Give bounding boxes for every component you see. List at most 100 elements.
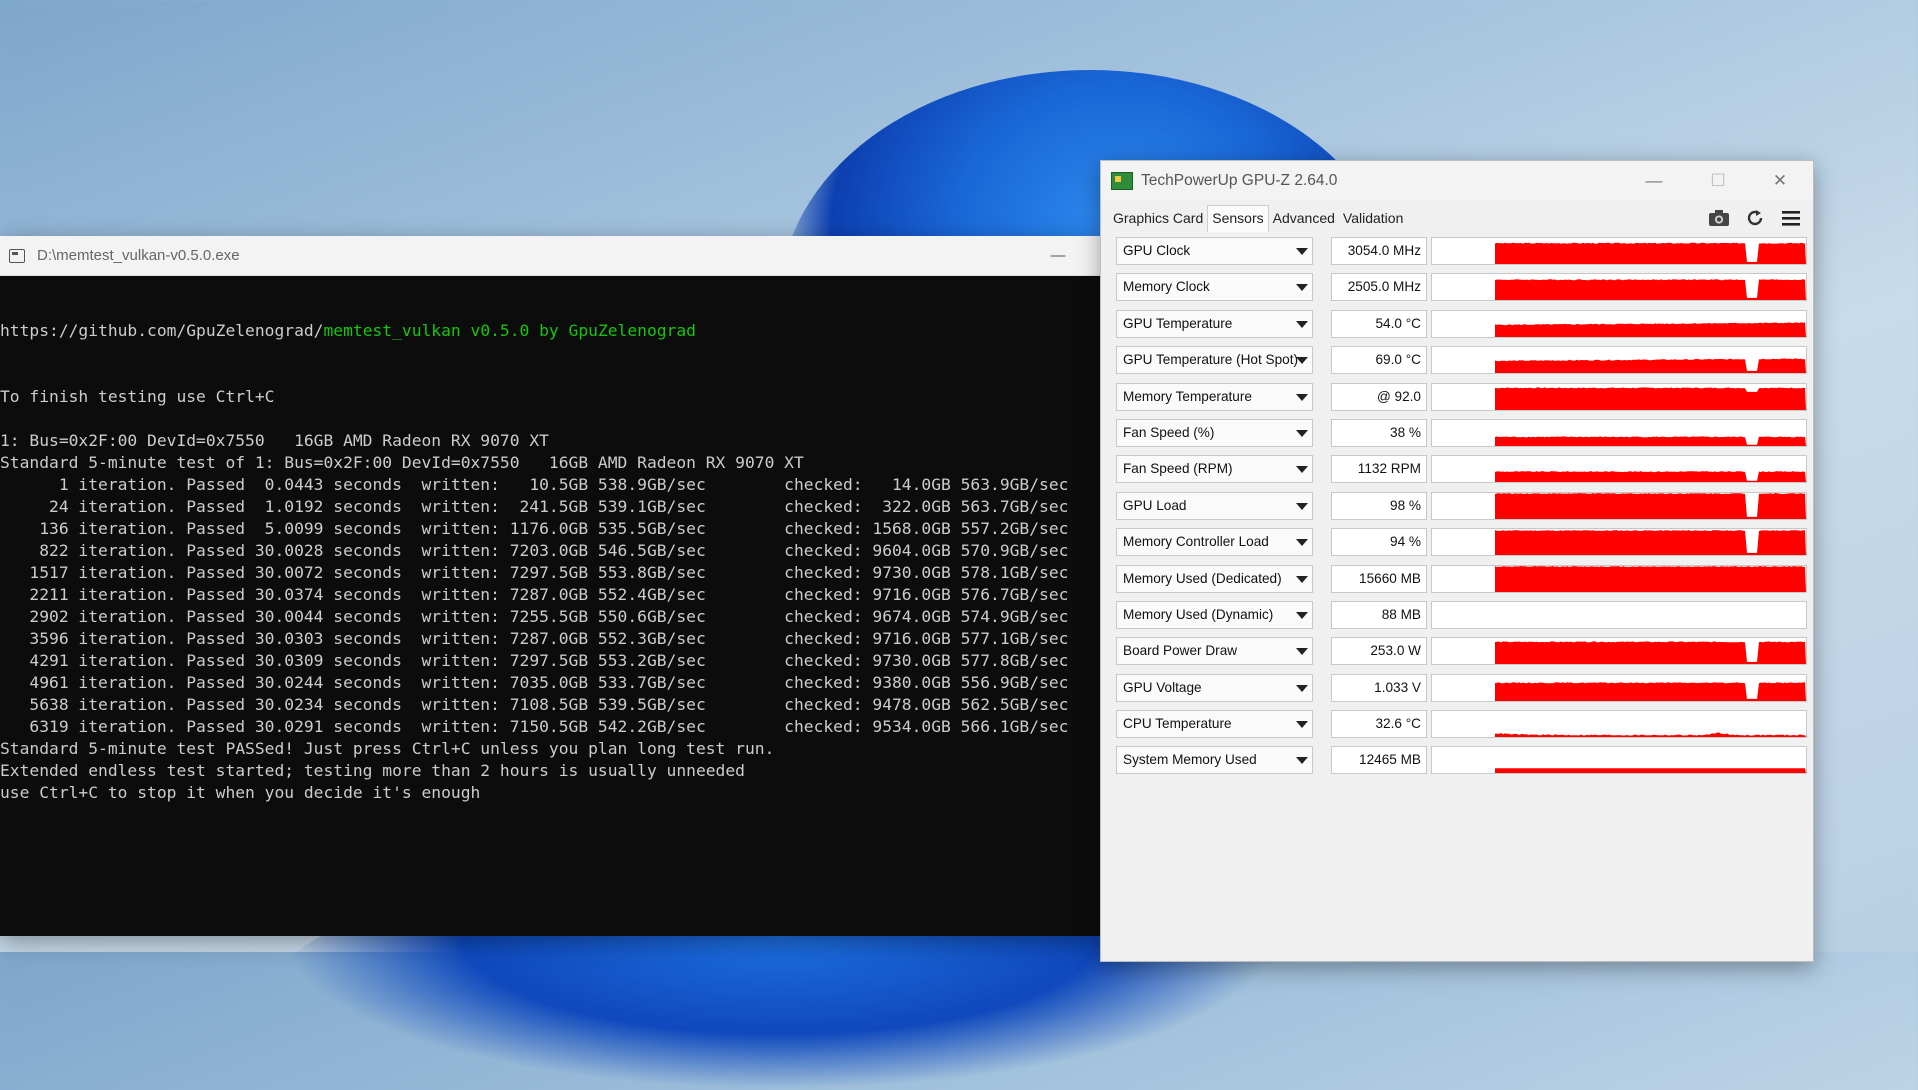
sensor-row: System Memory Used 12465 MB: [1109, 744, 1807, 777]
refresh-icon[interactable]: [1743, 206, 1767, 230]
sensor-select[interactable]: GPU Load: [1116, 491, 1313, 520]
console-window[interactable]: D:\memtest_vulkan-v0.5.0.exe — https://g…: [0, 236, 1100, 936]
tab-validation[interactable]: Validation: [1339, 206, 1407, 232]
sensor-select[interactable]: CPU Temperature: [1116, 710, 1313, 739]
close-button[interactable]: ✕: [1749, 161, 1811, 200]
repo-url-text: https://github.com/GpuZelenograd/: [0, 321, 324, 340]
sensor-select[interactable]: GPU Temperature: [1116, 309, 1313, 338]
dropdown-arrow-icon[interactable]: [1296, 393, 1308, 401]
sensor-graph-svg: [1495, 322, 1806, 337]
sensor-label: Memory Used (Dynamic): [1123, 606, 1274, 622]
sensor-select[interactable]: Board Power Draw: [1116, 637, 1313, 666]
minimize-button[interactable]: —: [1623, 161, 1685, 200]
sensor-select[interactable]: GPU Clock: [1116, 237, 1313, 265]
console-line: 136 iteration. Passed 5.0099 seconds wri…: [0, 519, 1069, 538]
sensor-label: Memory Clock: [1123, 279, 1210, 295]
console-line: 2902 iteration. Passed 30.0044 seconds w…: [0, 607, 1069, 626]
sensor-label: CPU Temperature: [1123, 716, 1232, 732]
sensor-select[interactable]: Fan Speed (RPM): [1116, 455, 1313, 484]
sensor-graph-svg: [1495, 242, 1806, 264]
tab-advanced[interactable]: Advanced: [1269, 206, 1339, 232]
sensor-select[interactable]: Fan Speed (%): [1116, 418, 1313, 447]
sensor-select[interactable]: GPU Voltage: [1116, 673, 1313, 702]
console-output: https://github.com/GpuZelenograd/memtest…: [0, 276, 1100, 936]
dropdown-arrow-icon[interactable]: [1296, 684, 1308, 692]
sensor-graph-area: [1495, 279, 1806, 301]
dropdown-arrow-icon[interactable]: [1296, 502, 1308, 510]
dropdown-arrow-icon[interactable]: [1296, 648, 1308, 656]
sensor-value: 2505.0 MHz: [1331, 273, 1427, 302]
gpuz-window[interactable]: TechPowerUp GPU-Z 2.64.0 — ☐ ✕ Graphics …: [1100, 160, 1814, 962]
console-line: 4291 iteration. Passed 30.0309 seconds w…: [0, 651, 1069, 670]
sensor-value: 88 MB: [1331, 600, 1427, 629]
dropdown-arrow-icon[interactable]: [1296, 539, 1308, 547]
sensor-row: CPU Temperature 32.6 °C: [1109, 708, 1807, 741]
dropdown-arrow-icon[interactable]: [1296, 611, 1308, 619]
console-line: 1: Bus=0x2F:00 DevId=0x7550 16GB AMD Rad…: [0, 431, 549, 450]
sensor-graph: [1431, 564, 1807, 593]
sensor-label: Fan Speed (%): [1123, 424, 1215, 440]
dropdown-arrow-icon[interactable]: [1296, 721, 1308, 729]
sensor-label: GPU Temperature: [1123, 315, 1233, 331]
sensor-label: GPU Clock: [1123, 243, 1191, 258]
sensor-select[interactable]: GPU Temperature (Hot Spot): [1116, 346, 1313, 375]
console-line: Extended endless test started; testing m…: [0, 761, 745, 780]
sensor-select[interactable]: Memory Used (Dynamic): [1116, 600, 1313, 629]
dropdown-arrow-icon[interactable]: [1296, 357, 1308, 365]
dropdown-arrow-icon[interactable]: [1296, 466, 1308, 474]
sensor-row: Memory Used (Dedicated) 15660 MB: [1109, 563, 1807, 596]
sensor-select[interactable]: Memory Clock: [1116, 273, 1313, 302]
sensor-value: @ 92.0: [1331, 382, 1427, 411]
sensor-select[interactable]: Memory Used (Dedicated): [1116, 564, 1313, 593]
console-titlebar[interactable]: D:\memtest_vulkan-v0.5.0.exe —: [0, 236, 1100, 276]
sensor-value: 1132 RPM: [1331, 455, 1427, 484]
gpuz-titlebar[interactable]: TechPowerUp GPU-Z 2.64.0 — ☐ ✕: [1101, 161, 1813, 200]
console-line: 3596 iteration. Passed 30.0303 seconds w…: [0, 629, 1069, 648]
sensor-row: GPU Temperature 54.0 °C: [1109, 308, 1807, 341]
sensor-row: Fan Speed (RPM) 1132 RPM: [1109, 453, 1807, 486]
sensor-graph-area: [1495, 242, 1806, 264]
dropdown-arrow-icon[interactable]: [1296, 757, 1308, 765]
sensor-label: Fan Speed (RPM): [1123, 461, 1233, 477]
dropdown-arrow-icon[interactable]: [1296, 248, 1308, 255]
sensor-value: 1.033 V: [1331, 673, 1427, 702]
dropdown-arrow-icon[interactable]: [1296, 429, 1308, 437]
camera-icon[interactable]: [1707, 206, 1731, 230]
sensor-graph: [1431, 346, 1807, 375]
sensor-graph-area: [1495, 641, 1806, 665]
maximize-button[interactable]: ☐: [1687, 161, 1749, 200]
toolbar-icons: [1707, 206, 1803, 230]
console-line: 1 iteration. Passed 0.0443 seconds writt…: [0, 475, 1069, 494]
sensor-value: 253.0 W: [1331, 637, 1427, 666]
sensor-graph-area: [1495, 471, 1806, 483]
console-line: 6319 iteration. Passed 30.0291 seconds w…: [0, 717, 1069, 736]
sensor-value: 38 %: [1331, 418, 1427, 447]
dropdown-arrow-icon[interactable]: [1296, 575, 1308, 583]
sensor-graph-svg: [1495, 530, 1806, 556]
sensor-graph-svg: [1495, 732, 1806, 738]
sensor-label: Board Power Draw: [1123, 643, 1238, 659]
sensor-row: GPU Temperature (Hot Spot) 69.0 °C: [1109, 344, 1807, 377]
console-line: Standard 5-minute test of 1: Bus=0x2F:00…: [0, 453, 804, 472]
sensor-value: 12465 MB: [1331, 746, 1427, 775]
console-line: 2211 iteration. Passed 30.0374 seconds w…: [0, 585, 1069, 604]
sensor-value: 69.0 °C: [1331, 346, 1427, 375]
minimize-button[interactable]: —: [1044, 243, 1072, 267]
gpuz-window-title: TechPowerUp GPU-Z 2.64.0: [1141, 171, 1338, 189]
sensor-graph: [1431, 491, 1807, 520]
dropdown-arrow-icon[interactable]: [1296, 284, 1308, 292]
sensor-label: System Memory Used: [1123, 752, 1257, 768]
dropdown-arrow-icon[interactable]: [1296, 320, 1308, 328]
sensor-graph-area: [1495, 530, 1806, 556]
sensor-select[interactable]: Memory Temperature: [1116, 382, 1313, 411]
sensor-select[interactable]: Memory Controller Load: [1116, 528, 1313, 557]
tab-graphics-card[interactable]: Graphics Card: [1109, 206, 1207, 232]
sensor-row: Memory Temperature @ 92.0: [1109, 381, 1807, 414]
sensor-value: 15660 MB: [1331, 564, 1427, 593]
menu-icon[interactable]: [1779, 206, 1803, 230]
sensor-label: GPU Load: [1123, 497, 1187, 513]
sensor-row: GPU Clock 3054.0 MHz: [1109, 235, 1807, 268]
sensor-select[interactable]: System Memory Used: [1116, 746, 1313, 775]
tab-sensors[interactable]: Sensors: [1207, 205, 1269, 232]
sensor-graph: [1431, 673, 1807, 702]
